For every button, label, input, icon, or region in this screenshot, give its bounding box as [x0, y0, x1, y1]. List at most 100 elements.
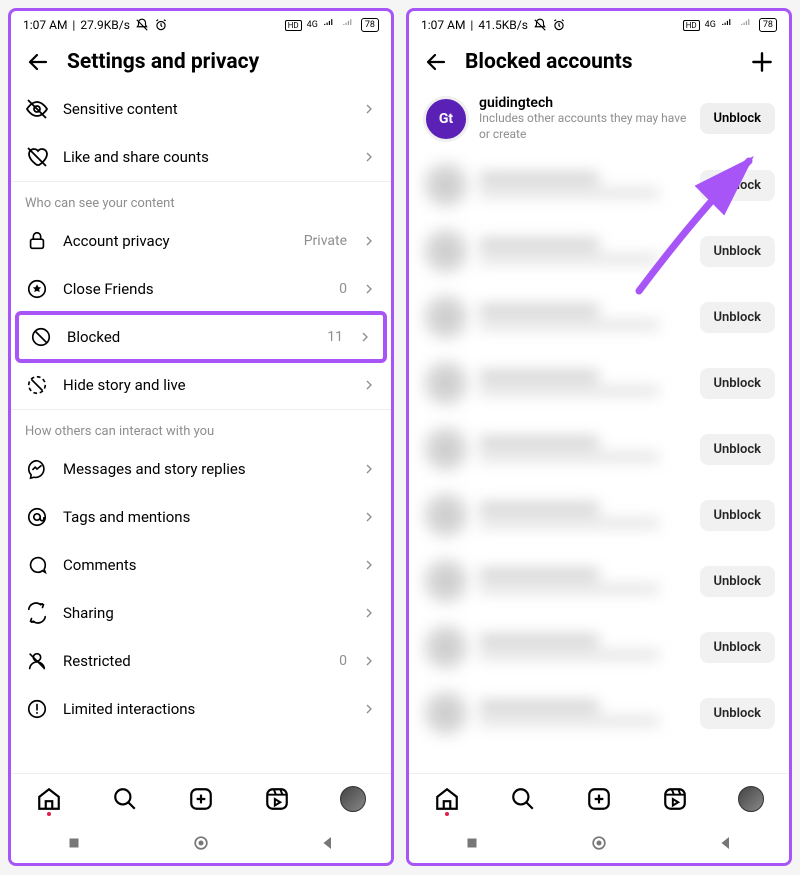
row-like-share-counts[interactable]: Like and share counts — [11, 133, 391, 181]
row-messages[interactable]: Messages and story replies — [11, 445, 391, 493]
row-close-friends[interactable]: Close Friends 0 — [11, 265, 391, 313]
chevron-right-icon — [361, 701, 377, 717]
avatar-icon — [423, 294, 469, 340]
account-row-blurred: Unblock — [409, 614, 789, 680]
account-row-blurred: Unblock — [409, 680, 789, 746]
sharing-icon — [25, 601, 49, 625]
row-account-privacy[interactable]: Account privacy Private — [11, 217, 391, 265]
row-label: Sensitive content — [63, 100, 347, 118]
avatar-icon — [738, 786, 764, 812]
add-button[interactable] — [749, 49, 775, 75]
dashed-circle-icon — [25, 373, 49, 397]
row-sensitive-content[interactable]: Sensitive content — [11, 85, 391, 133]
chevron-right-icon — [361, 149, 377, 165]
hd-icon: HD — [285, 20, 302, 31]
home-button[interactable] — [589, 833, 609, 853]
tab-create[interactable] — [579, 779, 619, 819]
avatar-icon: Gt — [423, 96, 469, 142]
row-label: Comments — [63, 556, 347, 574]
unblock-button[interactable]: Unblock — [700, 698, 776, 729]
dnd-icon — [135, 18, 149, 32]
page-header: Blocked accounts — [409, 39, 789, 85]
tab-search[interactable] — [503, 779, 543, 819]
avatar-icon — [423, 228, 469, 274]
tab-search[interactable] — [105, 779, 145, 819]
back-icon[interactable] — [25, 49, 51, 75]
avatar-icon — [340, 786, 366, 812]
back-icon[interactable] — [423, 49, 449, 75]
avatar-icon — [423, 426, 469, 472]
back-button[interactable] — [319, 834, 337, 852]
account-row-blurred: Unblock — [409, 482, 789, 548]
avatar-icon — [423, 558, 469, 604]
section-how-others-interact: How others can interact with you — [11, 409, 391, 445]
phone-right: 1:07 AM | 41.5KB/s HD 4G 78 Blocked acco… — [406, 8, 792, 866]
alarm-icon — [552, 18, 566, 32]
signal2-icon — [740, 18, 754, 32]
status-bar: 1:07 AM | 41.5KB/s HD 4G 78 — [409, 11, 789, 39]
signal-icon — [323, 18, 337, 32]
page-title: Settings and privacy — [67, 50, 377, 74]
account-row-blurred: Unblock — [409, 548, 789, 614]
system-nav — [11, 823, 391, 863]
phone-left: 1:07 AM | 27.9KB/s HD 4G 78 Settings and… — [8, 8, 394, 866]
back-button[interactable] — [717, 834, 735, 852]
unblock-button[interactable]: Unblock — [700, 500, 776, 531]
unblock-button[interactable]: Unblock — [700, 170, 776, 201]
row-sharing[interactable]: Sharing — [11, 589, 391, 637]
tab-home[interactable] — [29, 779, 69, 819]
chevron-right-icon — [361, 605, 377, 621]
row-label: Hide story and live — [63, 376, 347, 394]
home-button[interactable] — [191, 833, 211, 853]
hd-icon: HD — [683, 20, 700, 31]
row-limited-interactions[interactable]: Limited interactions — [11, 685, 391, 733]
unblock-button[interactable]: Unblock — [700, 434, 776, 465]
row-restricted[interactable]: Restricted 0 — [11, 637, 391, 685]
heart-slash-icon — [25, 145, 49, 169]
row-value: 0 — [339, 281, 347, 297]
tab-create[interactable] — [181, 779, 221, 819]
account-row-blurred: Unblock — [409, 350, 789, 416]
recent-apps-button[interactable] — [65, 834, 83, 852]
account-row-blurred: Unblock — [409, 416, 789, 482]
system-nav — [409, 823, 789, 863]
unblock-button[interactable]: Unblock — [700, 302, 776, 333]
eye-slash-icon — [25, 97, 49, 121]
blocked-accounts-list[interactable]: Gt guidingtech Includes other accounts t… — [409, 85, 789, 773]
battery-icon: 78 — [759, 18, 777, 32]
unblock-button[interactable]: Unblock — [700, 103, 776, 134]
row-label: Messages and story replies — [63, 460, 347, 478]
unblock-button[interactable]: Unblock — [700, 566, 776, 597]
row-label: Limited interactions — [63, 700, 347, 718]
chevron-right-icon — [361, 101, 377, 117]
row-tags-mentions[interactable]: Tags and mentions — [11, 493, 391, 541]
signal2-icon — [342, 18, 356, 32]
recent-apps-button[interactable] — [463, 834, 481, 852]
unblock-button[interactable]: Unblock — [700, 368, 776, 399]
unblock-button[interactable]: Unblock — [700, 632, 776, 663]
tab-profile[interactable] — [731, 779, 771, 819]
row-blocked[interactable]: Blocked 11 — [15, 311, 387, 363]
tab-reels[interactable] — [655, 779, 695, 819]
avatar-icon — [423, 162, 469, 208]
status-net-speed: 41.5KB/s — [478, 18, 528, 32]
tab-profile[interactable] — [333, 779, 373, 819]
row-label: Blocked — [67, 328, 313, 346]
tab-home[interactable] — [427, 779, 467, 819]
row-label: Restricted — [63, 652, 325, 670]
row-label: Tags and mentions — [63, 508, 347, 526]
unblock-button[interactable]: Unblock — [700, 236, 776, 267]
row-label: Account privacy — [63, 232, 290, 250]
avatar-icon — [423, 690, 469, 736]
row-comments[interactable]: Comments — [11, 541, 391, 589]
status-time: 1:07 AM — [23, 18, 67, 32]
notification-dot-icon — [47, 812, 51, 816]
dnd-icon — [533, 18, 547, 32]
settings-list[interactable]: Sensitive content Like and share counts … — [11, 85, 391, 773]
tab-reels[interactable] — [257, 779, 297, 819]
messenger-icon — [25, 457, 49, 481]
row-hide-story[interactable]: Hide story and live — [11, 361, 391, 409]
chevron-right-icon — [361, 377, 377, 393]
page-title: Blocked accounts — [465, 50, 733, 74]
bottom-nav — [409, 773, 789, 823]
